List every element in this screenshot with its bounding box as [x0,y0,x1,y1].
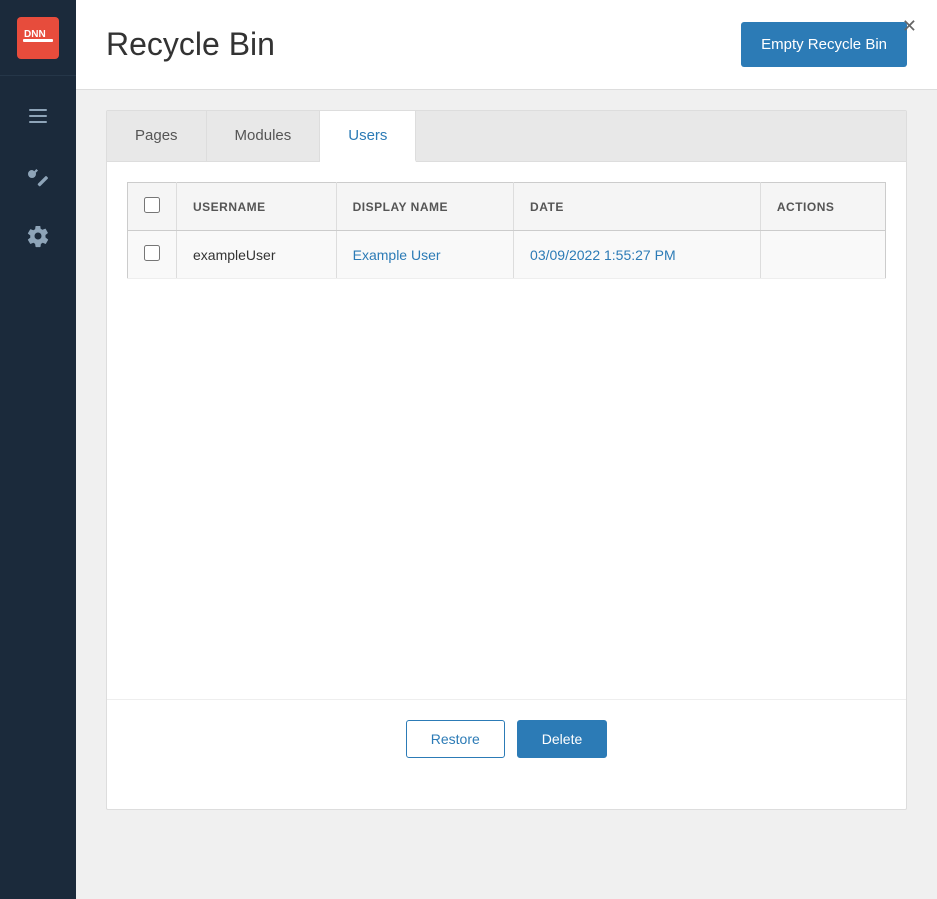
table-container: USERNAME DISPLAY NAME DATE ACTIONS [107,162,906,299]
tab-users[interactable]: Users [320,111,416,162]
close-btn-area: ✕ [894,12,925,41]
tab-modules[interactable]: Modules [207,111,321,161]
th-actions: ACTIONS [760,183,885,231]
row-actions [760,231,885,279]
table-row: exampleUser Example User 03/09/2022 1:55… [128,231,886,279]
row-display-name: Example User [336,231,513,279]
sidebar-item-gear[interactable] [0,206,76,266]
row-date: 03/09/2022 1:55:27 PM [514,231,761,279]
th-date: DATE [514,183,761,231]
row-checkbox[interactable] [144,245,160,261]
th-display-name: DISPLAY NAME [336,183,513,231]
restore-button[interactable]: Restore [406,720,505,758]
svg-text:DNN: DNN [24,29,46,40]
th-username: USERNAME [177,183,337,231]
page-title: Recycle Bin [106,26,275,63]
sidebar-item-menu[interactable] [0,86,76,146]
main-content: ✕ Recycle Bin Empty Recycle Bin Pages Mo… [76,0,937,899]
tab-pages[interactable]: Pages [107,111,207,161]
empty-recycle-bin-button[interactable]: Empty Recycle Bin [741,22,907,67]
panel-area: Pages Modules Users [76,90,937,899]
row-username: exampleUser [177,231,337,279]
users-table: USERNAME DISPLAY NAME DATE ACTIONS [127,182,886,279]
header: Recycle Bin Empty Recycle Bin [76,0,937,90]
menu-icon [26,104,50,128]
content-panel: Pages Modules Users [106,110,907,810]
tabs: Pages Modules Users [107,111,906,162]
sidebar: DNN [0,0,76,899]
bottom-actions: Restore Delete [107,699,906,778]
gear-icon [26,224,50,248]
th-checkbox [128,183,177,231]
table-header-row: USERNAME DISPLAY NAME DATE ACTIONS [128,183,886,231]
select-all-checkbox[interactable] [144,197,160,213]
row-checkbox-cell [128,231,177,279]
app-logo: DNN [0,0,76,76]
close-button[interactable]: ✕ [894,12,925,41]
delete-button[interactable]: Delete [517,720,607,758]
sidebar-item-wrench[interactable] [0,146,76,206]
wrench-icon [26,164,50,188]
